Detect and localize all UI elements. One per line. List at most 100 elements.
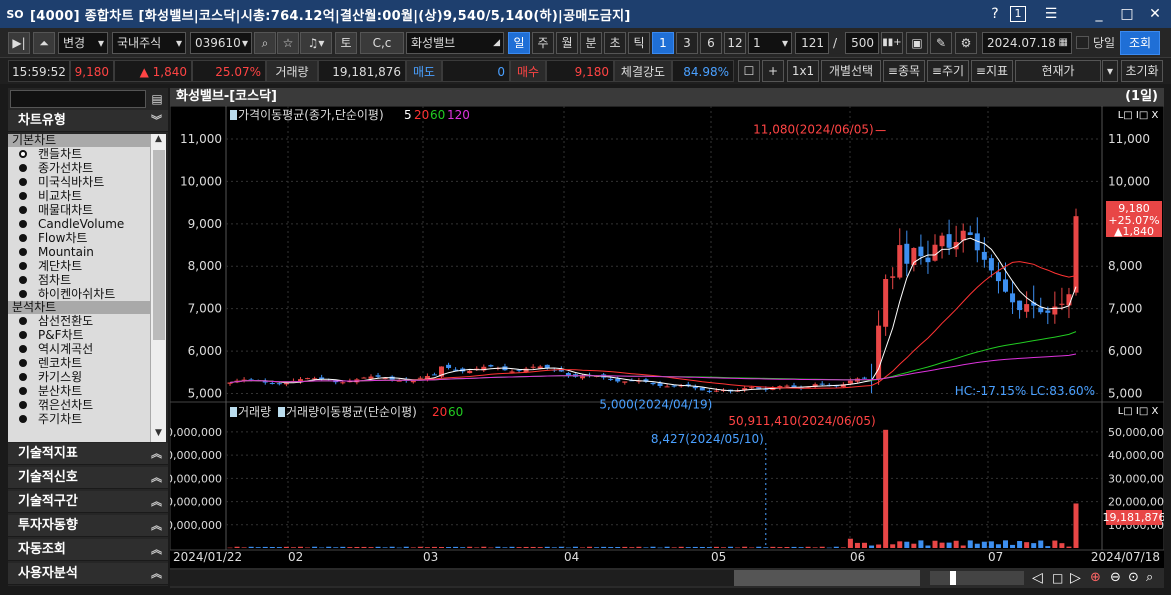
- same-day-checkbox[interactable]: [1076, 36, 1089, 49]
- radio-icon[interactable]: [19, 331, 27, 339]
- chart-type-item[interactable]: 점차트: [8, 273, 150, 287]
- chevron-down-icon[interactable]: ▾: [1102, 60, 1118, 82]
- period-week-tab[interactable]: 주: [532, 32, 554, 54]
- chart-type-item[interactable]: 캔들차트: [8, 147, 150, 161]
- period-second-tab[interactable]: 초: [604, 32, 626, 54]
- chart-type-item[interactable]: 렌코차트: [8, 356, 150, 370]
- chart-type-item[interactable]: 주기차트: [8, 412, 150, 426]
- section-technical-signal[interactable]: 기술적신호 ︽: [8, 467, 168, 489]
- period-month-tab[interactable]: 월: [556, 32, 578, 54]
- zoom-slider[interactable]: [930, 571, 1024, 585]
- section-investor-trend[interactable]: 투자자동향 ︽: [8, 515, 168, 537]
- radio-icon[interactable]: [19, 415, 27, 423]
- chart-type-header[interactable]: 차트유형 ︾: [8, 110, 168, 132]
- list-scrollbar[interactable]: ▲ ▼: [150, 134, 166, 442]
- market-select[interactable]: 국내주식 ▾: [112, 32, 186, 54]
- magnify-icon[interactable]: ⌕: [1146, 568, 1153, 588]
- stop-icon[interactable]: □: [1052, 568, 1063, 588]
- list-icon[interactable]: ▤: [148, 90, 166, 108]
- change-select[interactable]: 변경 ▾: [58, 32, 108, 54]
- prev-icon[interactable]: ◁: [1032, 568, 1043, 588]
- radio-icon[interactable]: [19, 262, 27, 270]
- radio-icon[interactable]: [19, 206, 27, 214]
- total-input[interactable]: 500: [845, 32, 879, 54]
- chart-type-item[interactable]: Flow차트: [8, 231, 150, 245]
- section-auto-query[interactable]: 자동조회 ︽: [8, 539, 168, 561]
- date-input[interactable]: 2024.07.18 ▦: [982, 32, 1072, 54]
- chart-type-item[interactable]: 역시계곡선: [8, 342, 150, 356]
- interval-3-button[interactable]: 3: [676, 32, 698, 54]
- chart-type-item[interactable]: 비교차트: [8, 189, 150, 203]
- chart-type-item[interactable]: 분산차트: [8, 384, 150, 398]
- chart-area[interactable]: 화성밸브-[코스닥] (1일) 5,000 5,000 6,000 6,000 7,00…: [170, 88, 1164, 568]
- zoom-out-icon[interactable]: ⊖: [1110, 568, 1121, 588]
- reset-button[interactable]: 초기화: [1121, 60, 1163, 82]
- stock-name-field[interactable]: 화성밸브 ◢: [406, 32, 504, 54]
- scroll-up-icon[interactable]: ▲: [151, 134, 166, 148]
- interval-12-button[interactable]: 12: [724, 32, 746, 54]
- period-tick-tab[interactable]: 틱: [628, 32, 650, 54]
- volume-panel-buttons[interactable]: L□ I□ X: [1118, 406, 1159, 417]
- screen-number-button[interactable]: 1: [1010, 6, 1026, 22]
- chart-type-item[interactable]: 미국식바차트: [8, 175, 150, 189]
- price-panel-buttons[interactable]: L□ I□ X: [1118, 110, 1159, 121]
- period-menu-button[interactable]: ≡주기: [927, 60, 969, 82]
- search-icon[interactable]: ⌕: [254, 32, 276, 54]
- chart-type-item[interactable]: 삼선전환도: [8, 314, 150, 328]
- next-icon[interactable]: ▷: [1070, 568, 1081, 588]
- radio-icon[interactable]: [19, 164, 27, 172]
- chart-type-item[interactable]: 카기스윙: [8, 370, 150, 384]
- current-price-button[interactable]: 현재가: [1015, 60, 1101, 82]
- radio-icon[interactable]: [19, 317, 27, 325]
- play-icon[interactable]: ▶|: [8, 32, 30, 54]
- search-button[interactable]: 조회: [1120, 31, 1160, 55]
- star-icon[interactable]: ☆: [277, 32, 299, 54]
- radio-icon[interactable]: [19, 234, 27, 242]
- plus-button[interactable]: +: [762, 60, 784, 82]
- interval-select[interactable]: 1 ▾: [748, 32, 792, 54]
- individual-select-button[interactable]: 개별선택: [821, 60, 881, 82]
- pen-icon[interactable]: ✎: [930, 32, 952, 54]
- scroll-down-icon[interactable]: ▼: [151, 428, 166, 442]
- chart-scrollbar[interactable]: ◁ □ ▷ ⊕ ⊖ ⊙ ⌕: [170, 568, 1164, 588]
- radio-icon[interactable]: [19, 276, 27, 284]
- chart-type-item[interactable]: Mountain: [8, 245, 150, 259]
- layout-box-button[interactable]: ☐: [738, 60, 760, 82]
- radio-icon[interactable]: [19, 290, 27, 298]
- stock-code-input[interactable]: 039610 ▾: [190, 32, 252, 54]
- panel-search-input[interactable]: [10, 90, 146, 108]
- cc-button[interactable]: C,c: [360, 32, 404, 54]
- stock-menu-button[interactable]: ≡종목: [883, 60, 925, 82]
- maximize-button[interactable]: □: [1116, 4, 1138, 24]
- zoom-in-icon[interactable]: ⊕: [1090, 568, 1101, 588]
- chart-type-item[interactable]: 매물대차트: [8, 203, 150, 217]
- section-user-analysis[interactable]: 사용자분석 ︽: [8, 563, 168, 585]
- bell-icon[interactable]: ♫▾: [300, 32, 332, 54]
- interval-1-button[interactable]: 1: [652, 32, 674, 54]
- chart-type-item[interactable]: 종가선차트: [8, 161, 150, 175]
- bars-plus-icon[interactable]: ▮▮+: [881, 32, 903, 54]
- radio-icon[interactable]: [19, 150, 27, 158]
- help-button[interactable]: ?: [984, 4, 1006, 24]
- interval-6-button[interactable]: 6: [700, 32, 722, 54]
- radio-icon[interactable]: [19, 373, 27, 381]
- save-icon[interactable]: ▣: [906, 32, 928, 54]
- chart-type-item[interactable]: P&F차트: [8, 328, 150, 342]
- settings-icon[interactable]: ⚙: [955, 32, 977, 54]
- indicator-menu-button[interactable]: ≡지표: [971, 60, 1013, 82]
- count-input[interactable]: 121: [795, 32, 829, 54]
- period-minute-tab[interactable]: 분: [580, 32, 602, 54]
- chart-type-item[interactable]: 꺾은선차트: [8, 398, 150, 412]
- radio-icon[interactable]: [19, 401, 27, 409]
- radio-icon[interactable]: [19, 220, 27, 228]
- radio-icon[interactable]: [19, 359, 27, 367]
- scroll-thumb[interactable]: [153, 150, 165, 340]
- section-technical-range[interactable]: 기술적구간 ︽: [8, 491, 168, 513]
- menu-icon[interactable]: ☰: [1040, 4, 1062, 24]
- radio-icon[interactable]: [19, 345, 27, 353]
- chart-type-item[interactable]: 계단차트: [8, 259, 150, 273]
- zoom-reset-icon[interactable]: ⊙: [1128, 568, 1139, 588]
- to-button[interactable]: 토: [335, 32, 357, 54]
- close-button[interactable]: ✕: [1144, 4, 1166, 24]
- chart-type-item[interactable]: 하이켄아쉬차트: [8, 287, 150, 301]
